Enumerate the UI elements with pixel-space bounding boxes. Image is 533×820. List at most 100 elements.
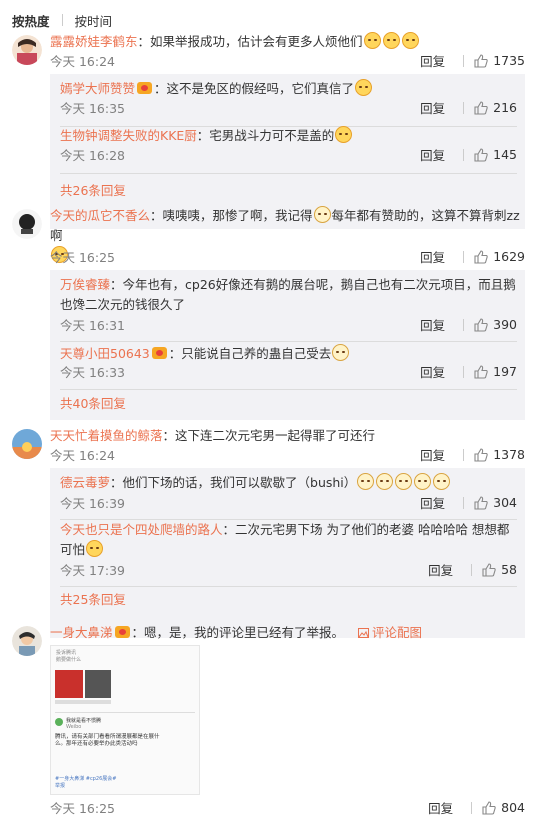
comment-username[interactable]: 天天忙着摸鱼的鲸落: [50, 428, 163, 443]
reply-button[interactable]: 回复: [420, 315, 445, 334]
like-count: 304: [493, 495, 517, 510]
reply-time: 今天 16:28: [60, 148, 125, 163]
avatar[interactable]: [12, 626, 42, 656]
like-count: 145: [493, 147, 517, 162]
action-divider: [463, 318, 465, 331]
reply-text: ：宅男战斗力可不是盖的: [196, 128, 335, 143]
comment-text: ：如果举报成功，估计会有更多人烦他们: [137, 34, 363, 49]
thumb-tag: #一身大鼻涕 #cp26展会#: [55, 776, 117, 782]
thumb-line: 投诉腾讯: [56, 650, 77, 656]
comment-body: 一身大鼻涕 ：嗯，是，我的评论里已经有了举报。 评论配图: [50, 623, 525, 643]
reply-meta: 今天 16:39 回复 304: [60, 493, 517, 513]
like-count: 804: [501, 800, 525, 815]
more-replies-link[interactable]: 共40条回复: [60, 394, 126, 414]
like-button[interactable]: 804: [482, 800, 525, 815]
reply-button[interactable]: 回复: [420, 445, 445, 464]
reply-username[interactable]: 天尊小田50643: [60, 346, 150, 361]
thumb-bar: [55, 700, 111, 704]
like-button[interactable]: 1735: [474, 53, 525, 68]
like-button[interactable]: 58: [482, 562, 517, 577]
reply-username[interactable]: 万俟睿臻: [60, 277, 110, 292]
reply-time: 今天 16:39: [60, 496, 125, 511]
sort-by-hot-tab[interactable]: 按热度: [12, 11, 50, 30]
thumb-avatar: [55, 718, 63, 726]
like-button[interactable]: 197: [474, 364, 517, 379]
emoji-icon: [395, 473, 413, 490]
like-count: 390: [493, 317, 517, 332]
action-divider: [471, 801, 473, 814]
thumb-card-sub: Weibo: [66, 724, 82, 730]
sort-bar: 按热度 按时间: [0, 0, 533, 32]
reply-body: 今天也只是个四处爬墙的路人：二次元宅男下场 为了他们的老婆 哈哈哈哈 想想都可怕: [60, 520, 517, 560]
thumbs-up-icon: [482, 562, 496, 577]
emoji-icon: [376, 473, 394, 490]
reply-button[interactable]: 回复: [428, 560, 453, 579]
comment-body: 露露娇娃李鹤东：如果举报成功，估计会有更多人烦他们: [50, 32, 525, 52]
comment-username[interactable]: 今天的瓜它不香么: [50, 208, 150, 223]
emoji-icon: [335, 126, 353, 143]
like-button[interactable]: 145: [474, 147, 517, 162]
reply-username[interactable]: 生物钟调整失败的KKE厨: [60, 128, 197, 143]
comment-meta: 今天 16:25 回复 1629: [50, 247, 525, 267]
like-button[interactable]: 304: [474, 495, 517, 510]
reply-divider: [60, 341, 517, 342]
reply-username[interactable]: 嫣学大师赞赞: [60, 81, 135, 96]
comment-time: 今天 16:25: [50, 250, 115, 265]
comment-image-link[interactable]: 评论配图: [358, 625, 422, 640]
action-divider: [463, 101, 465, 114]
emoji-icon: [433, 473, 451, 490]
avatar[interactable]: [12, 35, 42, 65]
thumbs-up-icon: [474, 147, 488, 162]
comment-image-thumbnail[interactable]: 投诉腾讯 鹅要做什么 我就是看不惯腾 Weibo 腾讯，请有关部门看看所谓漫展都…: [50, 645, 200, 795]
like-button[interactable]: 1629: [474, 249, 525, 264]
reply-button[interactable]: 回复: [420, 51, 445, 70]
comment-username[interactable]: 露露娇娃李鹤东: [50, 34, 138, 49]
action-divider: [463, 148, 465, 161]
thumbs-up-icon: [474, 100, 488, 115]
reply-button[interactable]: 回复: [428, 798, 453, 817]
like-count: 1629: [493, 249, 525, 264]
reply-time: 今天 16:31: [60, 318, 125, 333]
reply-meta: 今天 16:35 回复 216: [60, 98, 517, 118]
thumb-tag: 举报: [55, 783, 66, 789]
thumbs-up-icon: [474, 53, 488, 68]
thumb-divider: [55, 712, 195, 713]
like-count: 216: [493, 100, 517, 115]
like-button[interactable]: 1378: [474, 447, 525, 462]
reply-button[interactable]: 回复: [420, 247, 445, 266]
reply-username[interactable]: 今天也只是个四处爬墙的路人: [60, 522, 223, 537]
reply-button[interactable]: 回复: [420, 362, 445, 381]
more-replies-link[interactable]: 共26条回复: [60, 181, 126, 201]
reply-time: 今天 16:35: [60, 101, 125, 116]
reply-body: 万俟睿臻：今年也有，cp26好像还有鹅的展台呢，鹅自己也有二次元项目，而且鹅也馋…: [60, 275, 517, 315]
reply-meta: 今天 16:33 回复 197: [60, 362, 517, 382]
more-replies-link[interactable]: 共25条回复: [60, 590, 126, 610]
thumbs-up-icon: [482, 800, 496, 815]
reply-text: ：他们下场的话，我们可以歇歇了（bushi）: [110, 475, 357, 490]
reply-button[interactable]: 回复: [420, 98, 445, 117]
reply-meta: 今天 16:31 回复 390: [60, 315, 517, 335]
sort-by-time-tab[interactable]: 按时间: [75, 11, 113, 30]
reply-divider: [60, 173, 517, 174]
emoji-icon: [414, 473, 432, 490]
comment-time: 今天 16:24: [50, 448, 115, 463]
thumbs-up-icon: [474, 317, 488, 332]
thumb-tags: #一身大鼻涕 #cp26展会# 举报: [55, 776, 116, 790]
reply-button[interactable]: 回复: [420, 145, 445, 164]
like-button[interactable]: 216: [474, 100, 517, 115]
action-divider: [463, 54, 465, 67]
reply-meta: 今天 16:28 回复 145: [60, 145, 517, 165]
emoji-icon: [401, 32, 419, 49]
comment-username[interactable]: 一身大鼻涕: [50, 625, 113, 640]
emoji-icon: [332, 344, 350, 361]
reply-button[interactable]: 回复: [420, 493, 445, 512]
thumb-card-text: 腾讯，请有关部门看看所谓漫展都是在展什么。那年还有必要举办此类活动吗: [55, 734, 160, 747]
reply-username[interactable]: 德云毒萝: [60, 475, 110, 490]
avatar[interactable]: [12, 429, 42, 459]
member-badge-icon: [114, 626, 130, 638]
like-button[interactable]: 390: [474, 317, 517, 332]
thumb-header: 投诉腾讯 鹅要做什么: [51, 646, 199, 668]
reply-body: 天尊小田50643 ：只能说自己养的蛊自己受去: [60, 344, 517, 364]
comment-meta: 今天 16:24 回复 1735: [50, 51, 525, 71]
avatar[interactable]: [12, 209, 42, 239]
